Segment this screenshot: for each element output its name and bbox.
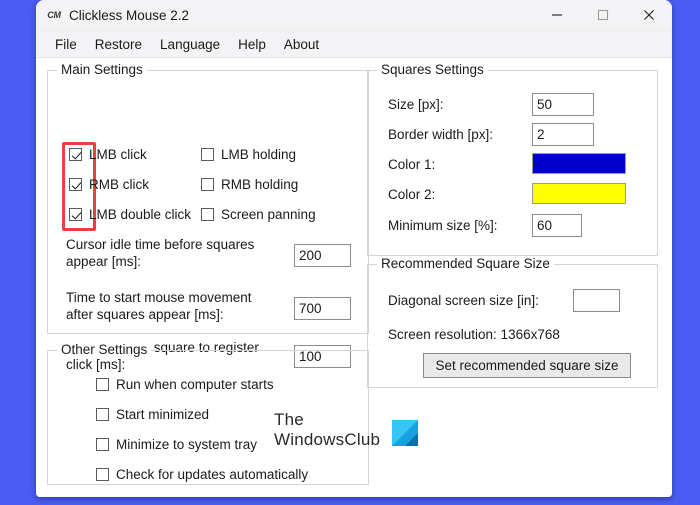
checkbox-box-lmb-holding[interactable]: [201, 148, 214, 161]
checkbox-rmb-holding[interactable]: RMB holding: [201, 177, 298, 192]
minimize-icon: [552, 14, 562, 16]
group-title-squares-settings: Squares Settings: [377, 62, 488, 77]
set-recommended-square-size-button[interactable]: Set recommended square size: [423, 353, 631, 378]
label-screen-resolution: Screen resolution: 1366x768: [388, 327, 560, 342]
menu-item-about[interactable]: About: [275, 35, 328, 54]
checkbox-start-minimized[interactable]: Start minimized: [96, 407, 209, 422]
checkbox-check-for-updates[interactable]: Check for updates automatically: [96, 467, 308, 482]
close-button[interactable]: [626, 0, 672, 30]
checkbox-label-run-when-computer-starts: Run when computer starts: [116, 377, 274, 392]
checkbox-box-screen-panning[interactable]: [201, 208, 214, 221]
group-title-main-settings: Main Settings: [57, 62, 147, 77]
title-bar[interactable]: CM Clickless Mouse 2.2: [36, 0, 672, 31]
input-square-size[interactable]: 50: [532, 93, 594, 116]
menu-bar: File Restore Language Help About: [36, 31, 672, 58]
app-icon-cm: CM: [47, 10, 61, 20]
input-border-width[interactable]: 2: [532, 123, 594, 146]
window-content: Main Settings LMB click RMB click LMB do…: [36, 58, 672, 497]
input-cursor-idle-time[interactable]: 200: [294, 244, 351, 267]
color-swatch-2[interactable]: [532, 183, 626, 204]
label-cursor-idle-time: Cursor idle time before squares appear […: [66, 236, 276, 270]
checkbox-box-minimize-to-system-tray[interactable]: [96, 438, 109, 451]
color-swatch-1[interactable]: [532, 153, 626, 174]
label-color-2: Color 2:: [388, 187, 436, 202]
menu-item-help[interactable]: Help: [229, 35, 275, 54]
checkbox-label-minimize-to-system-tray: Minimize to system tray: [116, 437, 258, 452]
checkbox-box-check-for-updates[interactable]: [96, 468, 109, 481]
checkbox-label-screen-panning: Screen panning: [221, 207, 316, 222]
label-square-size: Size [px]:: [388, 97, 444, 112]
checkbox-box-lmb-click[interactable]: [69, 148, 82, 161]
checkbox-screen-panning[interactable]: Screen panning: [201, 207, 316, 222]
group-squares-settings: Squares Settings Size [px]: 50 Border wi…: [367, 62, 658, 256]
checkbox-label-start-minimized: Start minimized: [116, 407, 210, 422]
label-cursor-idle-time-line2: appear [ms]:: [66, 254, 142, 269]
label-time-to-start-movement-line2: after squares appear [ms]:: [66, 307, 224, 322]
checkbox-box-rmb-click[interactable]: [69, 178, 82, 191]
checkbox-label-rmb-holding: RMB holding: [221, 177, 299, 192]
input-minimum-size[interactable]: 60: [532, 214, 582, 237]
label-cursor-idle-time-line1: Cursor idle time before squares: [66, 237, 255, 252]
checkbox-label-check-for-updates: Check for updates automatically: [116, 467, 309, 482]
label-border-width: Border width [px]:: [388, 127, 494, 142]
menu-item-file[interactable]: File: [46, 35, 86, 54]
window-title: Clickless Mouse 2.2: [69, 7, 190, 23]
maximize-icon: [597, 9, 609, 21]
minimize-button[interactable]: [534, 0, 580, 30]
menu-item-language[interactable]: Language: [151, 35, 229, 54]
checkbox-box-lmb-double-click[interactable]: [69, 208, 82, 221]
label-color-1: Color 1:: [388, 157, 436, 172]
checkbox-minimize-to-system-tray[interactable]: Minimize to system tray: [96, 437, 257, 452]
windowsclub-logo: [392, 420, 418, 446]
group-title-recommended-square-size: Recommended Square Size: [377, 256, 554, 271]
label-time-to-start-movement: Time to start mouse movement after squar…: [66, 289, 281, 323]
checkbox-label-lmb-double-click: LMB double click: [89, 207, 192, 222]
checkbox-label-rmb-click: RMB click: [89, 177, 149, 192]
group-main-settings: Main Settings LMB click RMB click LMB do…: [47, 62, 369, 372]
window-controls: [534, 0, 672, 30]
group-other-settings: Other Settings Run when computer starts …: [47, 342, 369, 485]
checkbox-lmb-holding[interactable]: LMB holding: [201, 147, 296, 162]
menu-item-restore[interactable]: Restore: [86, 35, 151, 54]
label-diagonal-screen-size: Diagonal screen size [in]:: [388, 293, 539, 308]
maximize-button[interactable]: [580, 0, 626, 30]
checkbox-lmb-click[interactable]: LMB click: [69, 147, 147, 162]
checkbox-box-run-when-computer-starts[interactable]: [96, 378, 109, 391]
close-icon: [644, 10, 654, 20]
input-diagonal-screen-size[interactable]: [573, 289, 620, 312]
group-recommended-square-size: Recommended Square Size Diagonal screen …: [367, 256, 658, 388]
checkbox-box-start-minimized[interactable]: [96, 408, 109, 421]
checkbox-box-rmb-holding[interactable]: [201, 178, 214, 191]
checkbox-lmb-double-click[interactable]: LMB double click: [69, 207, 191, 222]
input-time-to-start-movement[interactable]: 700: [294, 297, 351, 320]
checkbox-run-when-computer-starts[interactable]: Run when computer starts: [96, 377, 274, 392]
checkbox-rmb-click[interactable]: RMB click: [69, 177, 149, 192]
desktop-background: CM Clickless Mouse 2.2 File Restore Lang…: [0, 0, 700, 505]
group-title-other-settings: Other Settings: [57, 342, 152, 357]
checkbox-label-lmb-click: LMB click: [89, 147, 147, 162]
label-minimum-size: Minimum size [%]:: [388, 218, 498, 233]
application-window: CM Clickless Mouse 2.2 File Restore Lang…: [36, 0, 672, 497]
label-time-to-start-movement-line1: Time to start mouse movement: [66, 290, 252, 305]
checkbox-label-lmb-holding: LMB holding: [221, 147, 297, 162]
